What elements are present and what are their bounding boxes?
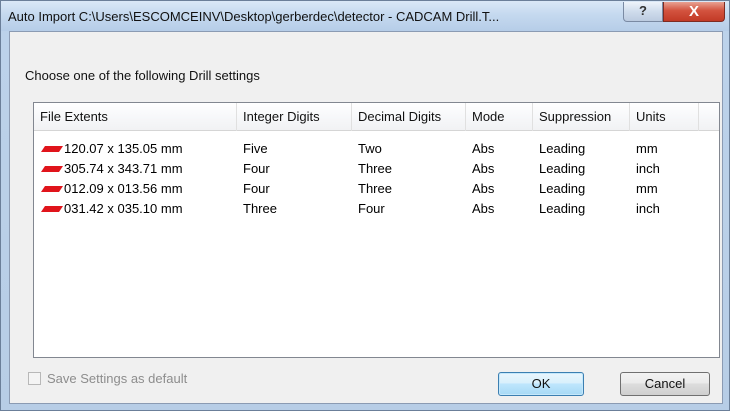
- cell-integer-digits: Five: [243, 141, 268, 156]
- column-header-units[interactable]: Units: [630, 103, 699, 131]
- table-row[interactable]: 031.42 x 035.10 mm Three Four Abs Leadin…: [34, 199, 719, 219]
- cell-suppression: Leading: [539, 201, 586, 216]
- column-header-file-extents[interactable]: File Extents: [34, 103, 237, 131]
- save-default-checkbox: [28, 372, 41, 385]
- table-row[interactable]: 012.09 x 013.56 mm Four Three Abs Leadin…: [34, 179, 719, 199]
- cell-units: mm: [636, 141, 658, 156]
- cell-file-extents: 305.74 x 343.71 mm: [64, 161, 183, 176]
- cell-file-extents: 031.42 x 035.10 mm: [64, 201, 183, 216]
- cell-suppression: Leading: [539, 141, 586, 156]
- list-header: File Extents Integer Digits Decimal Digi…: [34, 103, 719, 131]
- cell-units: inch: [636, 201, 660, 216]
- cell-suppression: Leading: [539, 181, 586, 196]
- instruction-text: Choose one of the following Drill settin…: [25, 68, 260, 83]
- cell-integer-digits: Three: [243, 201, 277, 216]
- column-header-decimal-digits[interactable]: Decimal Digits: [352, 103, 466, 131]
- cell-units: mm: [636, 181, 658, 196]
- cell-units: inch: [636, 161, 660, 176]
- dialog-window: Auto Import C:\Users\ESCOMCEINV\Desktop\…: [0, 0, 730, 411]
- column-header-mode[interactable]: Mode: [466, 103, 533, 131]
- help-icon: ?: [639, 3, 647, 18]
- cancel-button[interactable]: Cancel: [620, 372, 710, 396]
- column-header-suppression[interactable]: Suppression: [533, 103, 630, 131]
- cell-file-extents: 012.09 x 013.56 mm: [64, 181, 183, 196]
- drill-settings-list[interactable]: File Extents Integer Digits Decimal Digi…: [33, 102, 720, 358]
- cell-integer-digits: Four: [243, 161, 270, 176]
- ok-button[interactable]: OK: [498, 372, 584, 396]
- window-title: Auto Import C:\Users\ESCOMCEINV\Desktop\…: [8, 9, 500, 24]
- cell-decimal-digits: Three: [358, 181, 392, 196]
- save-default-label: Save Settings as default: [47, 371, 188, 386]
- column-header-integer-digits[interactable]: Integer Digits: [237, 103, 352, 131]
- cell-file-extents: 120.07 x 135.05 mm: [64, 141, 183, 156]
- close-icon: X: [688, 3, 699, 20]
- help-button[interactable]: ?: [623, 2, 663, 22]
- table-row[interactable]: 305.74 x 343.71 mm Four Three Abs Leadin…: [34, 159, 719, 179]
- cell-decimal-digits: Two: [358, 141, 382, 156]
- cell-mode: Abs: [472, 181, 495, 196]
- cell-decimal-digits: Four: [358, 201, 385, 216]
- table-row[interactable]: 120.07 x 135.05 mm Five Two Abs Leading …: [34, 139, 719, 159]
- cell-mode: Abs: [472, 201, 495, 216]
- dialog-client: Choose one of the following Drill settin…: [9, 31, 723, 404]
- cell-decimal-digits: Three: [358, 161, 392, 176]
- cell-mode: Abs: [472, 161, 495, 176]
- title-bar[interactable]: Auto Import C:\Users\ESCOMCEINV\Desktop\…: [1, 1, 729, 31]
- cell-mode: Abs: [472, 141, 495, 156]
- cell-suppression: Leading: [539, 161, 586, 176]
- cell-integer-digits: Four: [243, 181, 270, 196]
- close-button[interactable]: X: [663, 2, 725, 22]
